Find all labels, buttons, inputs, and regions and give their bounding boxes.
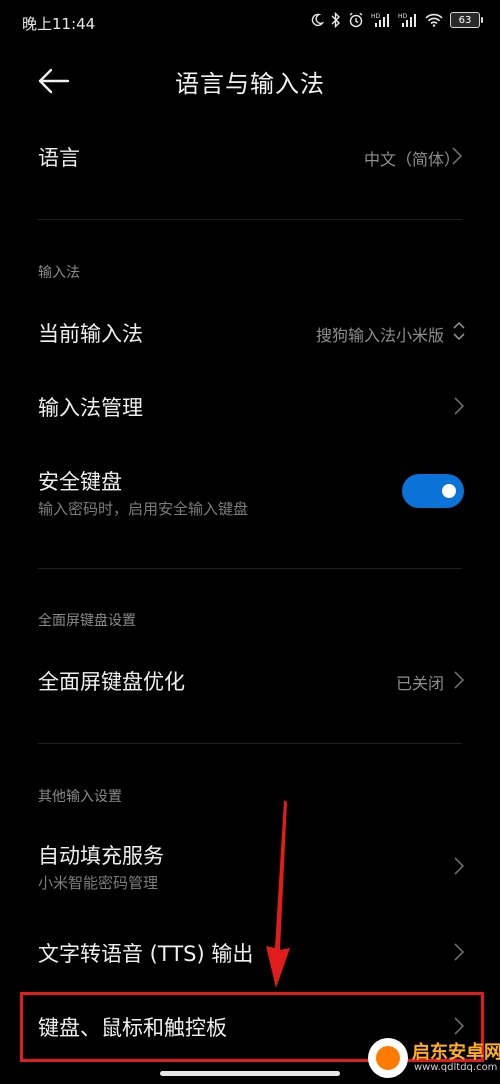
autofill-row[interactable]: 自动填充服务 小米智能密码管理	[0, 832, 500, 902]
ime-manage-row[interactable]: 输入法管理	[0, 380, 500, 432]
svg-text:HD: HD	[371, 13, 381, 20]
fullscreen-opt-row[interactable]: 全面屏键盘优化 已关闭	[0, 654, 500, 706]
moon-icon	[310, 13, 324, 27]
fullscreen-opt-value: 已关闭	[395, 674, 444, 693]
fullscreen-opt-label: 全面屏键盘优化	[38, 670, 185, 694]
section-label-input-method: 输入法	[38, 265, 80, 281]
divider	[38, 743, 462, 744]
watermark-name: 启东安卓网	[412, 1042, 500, 1063]
chevron-right-icon	[454, 857, 465, 875]
autofill-sub: 小米智能密码管理	[38, 874, 159, 892]
current-ime-row[interactable]: 当前输入法 搜狗输入法小米版	[0, 306, 500, 358]
status-icons: HD HD 63	[310, 12, 483, 28]
chevron-updown-icon	[453, 321, 465, 341]
wifi-icon	[425, 13, 443, 27]
status-bar: 晚上11:44 HD HD 63	[0, 0, 500, 46]
language-value: 中文（简体）	[363, 150, 460, 169]
watermark: 启东安卓网 www.qdltdq.com	[368, 1036, 500, 1080]
watermark-url: www.qdltdq.com	[414, 1062, 498, 1073]
ime-manage-label: 输入法管理	[38, 396, 143, 420]
chevron-right-icon	[454, 1017, 465, 1035]
secure-keyboard-toggle[interactable]	[402, 474, 464, 508]
section-label-fullscreen: 全面屏键盘设置	[38, 613, 136, 629]
current-ime-label: 当前输入法	[38, 322, 143, 346]
keyboard-mouse-label: 键盘、鼠标和触控板	[38, 1016, 227, 1040]
section-label-other: 其他输入设置	[38, 789, 122, 805]
secure-keyboard-sub: 输入密码时，启用安全输入键盘	[38, 500, 249, 518]
secure-keyboard-label: 安全键盘	[38, 470, 122, 494]
watermark-logo-icon	[368, 1038, 408, 1078]
divider	[38, 568, 462, 569]
status-time: 晚上11:44	[22, 15, 96, 33]
chevron-right-icon	[452, 147, 463, 165]
signal-hd-icon-2: HD	[398, 12, 418, 28]
language-label: 语言	[38, 146, 80, 170]
current-ime-value: 搜狗输入法小米版	[315, 326, 444, 345]
chevron-right-icon	[454, 943, 465, 961]
home-indicator	[160, 1071, 340, 1076]
page-title: 语言与输入法	[175, 70, 325, 98]
svg-text:HD: HD	[398, 13, 408, 20]
tts-label: 文字转语音 (TTS) 输出	[38, 942, 254, 966]
battery-icon: 63	[450, 12, 483, 28]
tts-row[interactable]: 文字转语音 (TTS) 输出	[0, 926, 500, 978]
toggle-knob	[442, 484, 456, 498]
alarm-icon	[348, 12, 364, 28]
signal-hd-icon: HD	[371, 12, 391, 28]
autofill-label: 自动填充服务	[38, 844, 164, 868]
language-row[interactable]: 语言 中文（简体）	[0, 130, 500, 182]
chevron-right-icon	[454, 397, 465, 415]
chevron-right-icon	[454, 671, 465, 689]
header: 语言与输入法	[0, 48, 500, 114]
divider	[38, 219, 462, 220]
bluetooth-icon	[331, 12, 341, 28]
